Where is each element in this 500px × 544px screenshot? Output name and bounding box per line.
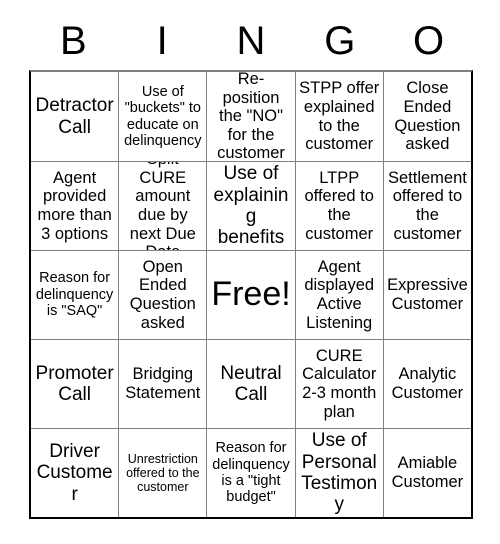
header-letter-n: N <box>236 19 266 63</box>
bingo-row: Detractor Call Use of "buckets" to educa… <box>31 72 472 161</box>
bingo-cell[interactable]: Unrestriction offered to the customer <box>118 428 207 517</box>
bingo-free-label: Free! <box>211 275 291 314</box>
bingo-card: B I N G O Detractor Call Use of "buckets… <box>29 12 473 519</box>
header-letter-g: G <box>324 19 356 63</box>
bingo-cell[interactable]: Reason for delinquency is a "tight budge… <box>206 428 295 517</box>
header-letter-i: I <box>156 19 168 63</box>
bingo-cell[interactable]: Agent provided more than 3 options <box>31 161 119 250</box>
bingo-cell[interactable]: Driver Customer <box>31 428 119 517</box>
bingo-cell[interactable]: Use of "buckets" to educate on delinquen… <box>118 72 207 161</box>
bingo-header: B I N G O <box>29 12 473 70</box>
bingo-row: Agent provided more than 3 options Split… <box>31 161 472 250</box>
bingo-cell-label: Use of "buckets" to educate on delinquen… <box>124 83 202 149</box>
bingo-cell[interactable]: Close Ended Question asked <box>382 72 472 161</box>
bingo-cell-free[interactable]: Free! <box>206 250 295 339</box>
bingo-cell-label: Amiable Customer <box>391 454 464 491</box>
bingo-cell-label: Expressive Customer <box>387 276 468 313</box>
bingo-cell[interactable]: Open Ended Question asked <box>118 250 207 339</box>
bingo-cell-label: Use of explaining benefits <box>213 163 289 249</box>
bingo-cell[interactable]: Expressive Customer <box>382 250 472 339</box>
bingo-cell-label: Open Ended Question asked <box>129 257 196 332</box>
bingo-cell-label: Use of Personal Testimony <box>301 430 378 516</box>
bingo-cell-label: Split CURE amount due by next Due Date <box>129 162 196 250</box>
bingo-cell[interactable]: LTPP offered to the customer <box>294 161 383 250</box>
bingo-cell-label: Reason for delinquency is a "tight budge… <box>212 440 290 506</box>
bingo-cell-label: Promoter Call <box>35 362 114 405</box>
bingo-row: Promoter Call Bridging Statement Neutral… <box>31 339 472 428</box>
bingo-cell[interactable]: Promoter Call <box>31 339 119 428</box>
bingo-cell-label: Bridging Statement <box>125 365 201 402</box>
bingo-cell[interactable]: Agent displayed Active Listening <box>294 250 383 339</box>
bingo-cell[interactable]: Reason for delinquency is "SAQ" <box>31 250 119 339</box>
bingo-cell[interactable]: STPP offer explained to the customer <box>294 72 383 161</box>
bingo-cell-label: Settlement offered to the customer <box>387 168 467 243</box>
bingo-cell-label: STPP offer explained to the customer <box>299 79 380 154</box>
bingo-cell-label: Analytic Customer <box>391 365 464 402</box>
bingo-cell[interactable]: Detractor Call <box>31 72 119 161</box>
bingo-cell-label: Detractor Call <box>35 95 114 138</box>
header-letter-b: B <box>60 19 87 63</box>
bingo-cell-label: Neutral Call <box>220 362 282 405</box>
bingo-row: Driver Customer Unrestriction offered to… <box>31 428 472 517</box>
bingo-cell[interactable]: CURE Calculator 2-3 month plan <box>294 339 383 428</box>
bingo-cell-label: Reason for delinquency is "SAQ" <box>35 270 114 320</box>
bingo-cell[interactable]: Bridging Statement <box>118 339 207 428</box>
bingo-cell[interactable]: Re-position the "NO" for the customer <box>206 72 295 161</box>
bingo-grid: Detractor Call Use of "buckets" to educa… <box>29 70 473 519</box>
bingo-cell-label: LTPP offered to the customer <box>304 168 374 243</box>
bingo-cell-label: CURE Calculator 2-3 month plan <box>302 346 377 421</box>
bingo-cell[interactable]: Analytic Customer <box>382 339 472 428</box>
bingo-row: Reason for delinquency is "SAQ" Open End… <box>31 250 472 339</box>
bingo-cell[interactable]: Neutral Call <box>206 339 295 428</box>
bingo-cell[interactable]: Use of explaining benefits <box>206 161 295 250</box>
bingo-cell-label: Driver Customer <box>36 440 113 505</box>
bingo-cell-label: Agent provided more than 3 options <box>37 168 112 243</box>
bingo-cell[interactable]: Settlement offered to the customer <box>382 161 472 250</box>
bingo-cell[interactable]: Use of Personal Testimony <box>294 428 383 517</box>
bingo-cell-label: Close Ended Question asked <box>394 79 461 154</box>
bingo-cell[interactable]: Amiable Customer <box>382 428 472 517</box>
header-letter-o: O <box>413 19 445 63</box>
bingo-cell-label: Re-position the "NO" for the customer <box>217 72 285 161</box>
bingo-cell[interactable]: Split CURE amount due by next Due Date <box>118 161 207 250</box>
bingo-cell-label: Agent displayed Active Listening <box>304 257 375 332</box>
bingo-cell-label: Unrestriction offered to the customer <box>126 451 200 495</box>
